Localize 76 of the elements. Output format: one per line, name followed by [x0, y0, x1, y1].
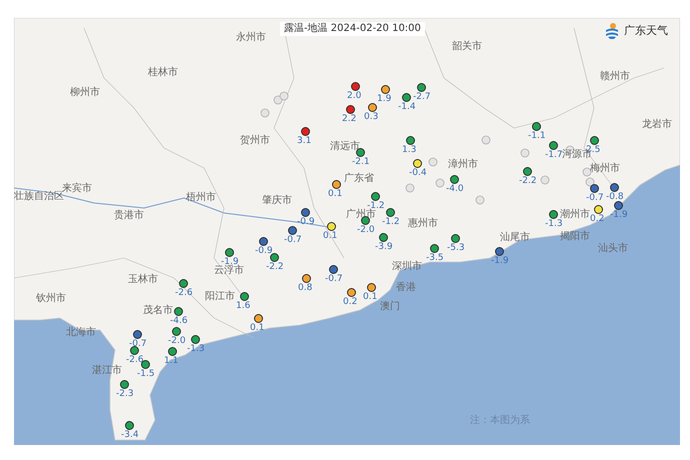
temperature-label: -1.3: [545, 220, 563, 229]
temperature-label: 1.9: [377, 95, 392, 104]
city-label: 桂林市: [148, 68, 178, 78]
temperature-label: -0.9: [255, 247, 273, 256]
temperature-label: -1.9: [491, 257, 509, 266]
city-label: 贺州市: [240, 136, 270, 146]
city-label: 清远市: [330, 142, 360, 152]
city-label: 潮州市: [560, 210, 590, 220]
city-label: 茂名市: [143, 306, 173, 316]
temperature-label: -4.6: [170, 317, 188, 326]
temperature-label: -3.9: [375, 243, 393, 252]
temperature-label: -2.6: [126, 356, 144, 365]
temperature-label: -0.8: [606, 193, 624, 202]
temperature-label: 0.2: [590, 215, 604, 224]
city-label: 湛江市: [92, 366, 122, 376]
city-label: 梧州市: [186, 193, 216, 203]
city-label: 揭阳市: [560, 232, 590, 242]
temperature-label: -2.2: [266, 263, 284, 272]
temperature-label: -2.2: [519, 177, 537, 186]
city-label: 肇庆市: [262, 196, 292, 206]
temperature-label: -1.7: [545, 151, 563, 160]
temperature-label: -2.0: [357, 226, 375, 235]
temperature-label: 0.1: [328, 190, 342, 199]
temperature-label: -2.6: [175, 289, 193, 298]
city-label: 壮族自治区: [14, 192, 64, 202]
temperature-label: 0.1: [323, 232, 338, 241]
temperature-label: 0.3: [364, 113, 378, 122]
temperature-label: -3.4: [121, 431, 139, 440]
city-label: 广东省: [344, 174, 374, 184]
city-label: 贵港市: [114, 211, 144, 221]
weather-logo-icon: [604, 22, 620, 40]
temperature-label: -2.0: [168, 337, 186, 346]
temperature-label: 1.6: [236, 302, 250, 311]
temperature-label: -0.4: [409, 169, 427, 178]
city-label: 梅州市: [590, 164, 620, 174]
temperature-label: 1.3: [402, 146, 416, 155]
city-label: 永州市: [236, 33, 266, 43]
temperature-label: 0.8: [298, 284, 312, 293]
city-label: 漳州市: [448, 160, 478, 170]
temperature-label: -0.7: [129, 340, 147, 349]
city-label: 香港: [396, 283, 416, 293]
temperature-label: -0.7: [586, 194, 604, 203]
city-label: 澳门: [380, 302, 400, 312]
city-label: 赣州市: [600, 72, 630, 82]
temperature-label: -3.5: [426, 254, 444, 263]
city-label: 柳州市: [70, 88, 100, 98]
temperature-label: -1.2: [382, 218, 400, 227]
city-label: 来宾市: [62, 184, 92, 194]
temperature-label: 0.1: [363, 293, 378, 302]
city-label: 玉林市: [128, 275, 158, 285]
temperature-label: 2.0: [347, 92, 362, 101]
temperature-label: -5.3: [447, 244, 465, 253]
temperature-label: 0.2: [343, 298, 358, 307]
temperature-label: -1.1: [528, 132, 546, 141]
temperature-label: 3.1: [297, 137, 312, 146]
logo-text: 广东天气: [624, 22, 668, 39]
city-label: 北海市: [66, 328, 96, 338]
city-label: 惠州市: [408, 219, 438, 229]
city-label: 云浮市: [214, 266, 244, 276]
city-label: 钦州市: [36, 294, 66, 304]
map-title: 露温-地温 2024-02-20 10:00: [280, 22, 425, 36]
temperature-label: 0.1: [250, 324, 264, 333]
temperature-label: -2.1: [352, 158, 370, 167]
city-label: 韶关市: [452, 42, 482, 52]
city-label: 龙岩市: [642, 120, 672, 130]
temperature-label: -2.7: [413, 93, 431, 102]
temperature-label: -1.9: [610, 211, 628, 220]
temperature-label: -1.4: [398, 103, 416, 112]
temperature-label: -2.3: [116, 390, 134, 399]
temperature-label: -0.7: [325, 275, 343, 284]
temperature-label: 2.2: [342, 115, 356, 124]
city-label: 汕头市: [598, 244, 628, 254]
city-label: 阳江市: [205, 292, 235, 302]
temperature-label: -4.0: [446, 185, 464, 194]
temperature-label: -0.7: [284, 236, 302, 245]
temperature-label: -1.5: [137, 370, 155, 379]
